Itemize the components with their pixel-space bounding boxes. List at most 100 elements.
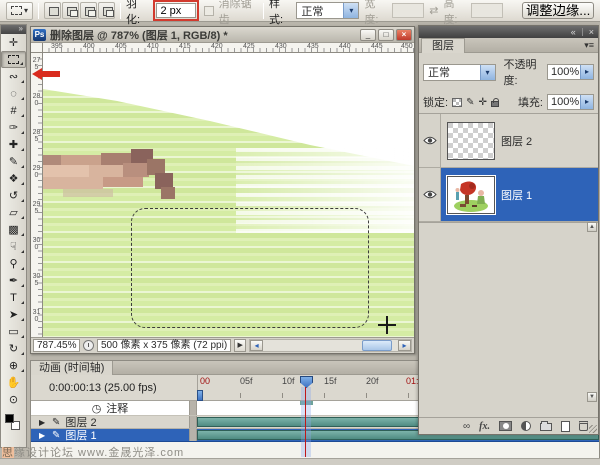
- lasso-tool[interactable]: ∾: [1, 68, 26, 85]
- crosshair-cursor: [378, 316, 396, 334]
- 3d-orbit-tool[interactable]: ⊕: [1, 357, 26, 374]
- marquee-selection[interactable]: [131, 208, 369, 328]
- close-button[interactable]: ×: [396, 29, 412, 41]
- eyedropper-tool[interactable]: ✑: [1, 119, 26, 136]
- layer-row-1-selected[interactable]: 图层 1: [419, 168, 598, 222]
- rectangular-marquee-tool[interactable]: [1, 51, 26, 68]
- visibility-toggle[interactable]: [419, 168, 441, 221]
- subtract-from-selection-button[interactable]: [80, 2, 97, 19]
- style-select[interactable]: 正常 ▾: [296, 2, 359, 19]
- layers-scrollbar[interactable]: ▲ ▼: [587, 222, 597, 402]
- playhead-column-highlight: [301, 387, 311, 457]
- tab-animation-timeline[interactable]: 动画 (时间轴): [31, 361, 113, 375]
- type-tool[interactable]: T: [1, 289, 26, 306]
- feather-input[interactable]: [156, 3, 196, 18]
- palette-collapse-grip[interactable]: »: [1, 25, 26, 34]
- collapse-panel-icon[interactable]: «: [571, 27, 576, 37]
- status-flyout-arrow[interactable]: ▶: [234, 339, 246, 352]
- lock-pixels-icon[interactable]: ✎: [466, 97, 474, 108]
- add-layer-mask-icon[interactable]: [499, 421, 512, 431]
- dodge-tool[interactable]: ⚲: [1, 255, 26, 272]
- 3d-rotate-tool[interactable]: ↻: [1, 340, 26, 357]
- crop-tool[interactable]: #: [1, 102, 26, 119]
- new-group-icon[interactable]: [540, 423, 552, 431]
- path-selection-tool[interactable]: ➤: [1, 306, 26, 323]
- eraser-tool[interactable]: ▱: [1, 204, 26, 221]
- blend-mode-select[interactable]: 正常 ▾: [423, 64, 496, 81]
- opacity-field[interactable]: 100% ▸: [547, 64, 594, 80]
- scrollbar-track[interactable]: [263, 340, 398, 351]
- layer-row-2[interactable]: 图层 2: [419, 114, 598, 168]
- panel-header-strip: « ×: [419, 26, 598, 38]
- lock-transparency-icon[interactable]: [452, 98, 462, 107]
- layer-name[interactable]: 图层 2: [501, 133, 532, 149]
- quick-selection-tool[interactable]: ◌: [1, 85, 26, 102]
- restore-button[interactable]: □: [378, 29, 394, 41]
- separator: [38, 3, 39, 19]
- shape-tool[interactable]: ▭: [1, 323, 26, 340]
- add-to-selection-button[interactable]: [62, 2, 79, 19]
- color-swatches[interactable]: [1, 412, 26, 434]
- swap-dimensions-icon[interactable]: ⇄: [429, 4, 438, 17]
- chevron-right-icon[interactable]: ▸: [580, 95, 593, 109]
- chevron-down-icon[interactable]: ▾: [343, 3, 358, 18]
- lock-position-icon[interactable]: ✛: [478, 97, 486, 108]
- stopwatch-icon[interactable]: ◷: [92, 402, 102, 415]
- chevron-down-icon[interactable]: ▾: [480, 65, 495, 80]
- chevron-right-icon[interactable]: ▸: [580, 65, 593, 79]
- history-brush-tool[interactable]: ↺: [1, 187, 26, 204]
- panel-resize-grip[interactable]: [589, 425, 597, 433]
- document-statusbar: 787.45% 500 像素 x 375 像素 (72 ppi) ▶ ◂ ▸: [31, 337, 414, 353]
- window-buttons: _ □ ×: [360, 29, 412, 41]
- opacity-value: 100%: [548, 66, 580, 78]
- scroll-down-button[interactable]: ▼: [587, 392, 597, 402]
- layer-track-icon: ✎: [52, 430, 60, 441]
- scroll-right-button[interactable]: ▸: [398, 340, 411, 351]
- antialias-checkbox[interactable]: [204, 6, 213, 16]
- hand-tool[interactable]: ✋: [1, 374, 26, 391]
- expand-toggle-icon[interactable]: ▶: [39, 431, 47, 440]
- scroll-left-button[interactable]: ◂: [250, 340, 263, 351]
- foreground-color-swatch[interactable]: [5, 414, 14, 423]
- tab-layers[interactable]: 图层: [421, 38, 465, 53]
- work-area-start-marker[interactable]: [197, 390, 203, 401]
- new-layer-icon[interactable]: [561, 421, 570, 432]
- refine-edge-button[interactable]: 调整边缘...: [522, 2, 594, 19]
- pen-tool[interactable]: ✒: [1, 272, 26, 289]
- document-titlebar[interactable]: Ps 删除图层 @ 787% (图层 1, RGB/8) * _ □ ×: [31, 27, 414, 43]
- zoom-tool[interactable]: ⊙: [1, 391, 26, 408]
- horizontal-scrollbar[interactable]: ◂ ▸: [249, 339, 412, 352]
- layer-thumbnail-transparent[interactable]: [447, 122, 495, 160]
- new-selection-button[interactable]: [44, 2, 61, 19]
- link-layers-icon[interactable]: ∞: [463, 421, 470, 432]
- intersect-selection-button[interactable]: [98, 2, 115, 19]
- minimize-button[interactable]: _: [360, 29, 376, 41]
- zoom-level[interactable]: 787.45%: [33, 339, 80, 352]
- smudge-tool[interactable]: ☟: [1, 238, 26, 255]
- visibility-toggle[interactable]: [419, 114, 441, 167]
- adjustment-layer-icon[interactable]: [521, 421, 531, 431]
- brush-tool[interactable]: ✎: [1, 153, 26, 170]
- delete-layer-icon[interactable]: [579, 421, 588, 431]
- current-time-display: 0:00:00:13 (25.00 fps): [49, 382, 157, 394]
- lock-all-icon[interactable]: [491, 101, 499, 107]
- scrollbar-thumb[interactable]: [362, 340, 392, 351]
- fill-field[interactable]: 100% ▸: [547, 94, 594, 110]
- spot-healing-brush-tool[interactable]: ✚: [1, 136, 26, 153]
- height-input: [471, 3, 503, 18]
- panel-menu-icon[interactable]: ▾≡: [584, 40, 594, 51]
- scroll-up-button[interactable]: ▲: [587, 222, 597, 232]
- layer-style-icon[interactable]: fx.: [479, 421, 490, 432]
- close-panel-icon[interactable]: ×: [589, 27, 594, 37]
- tool-preset-picker[interactable]: ▾: [6, 2, 33, 20]
- expand-toggle-icon[interactable]: ▶: [39, 418, 47, 427]
- layer-thumbnail-image[interactable]: [447, 176, 495, 214]
- canvas[interactable]: [43, 53, 414, 339]
- framerate: (25.00 fps): [104, 382, 157, 394]
- clone-stamp-tool[interactable]: ❖: [1, 170, 26, 187]
- move-tool[interactable]: ✛: [1, 34, 26, 51]
- horizontal-ruler: 395 400 405 410 415 420 425 430 435 440 …: [43, 43, 414, 53]
- gradient-tool[interactable]: ▩: [1, 221, 26, 238]
- layer-name[interactable]: 图层 1: [501, 187, 532, 203]
- blend-mode-row: 正常 ▾ 不透明度: 100% ▸: [419, 53, 598, 91]
